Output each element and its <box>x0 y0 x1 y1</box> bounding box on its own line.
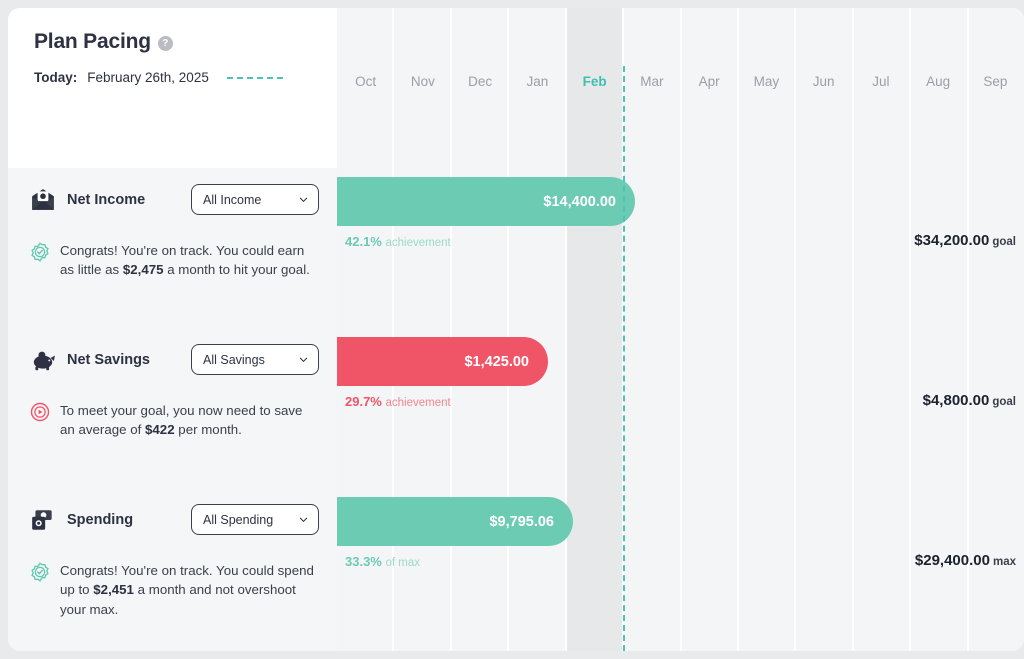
piggy-bank-icon <box>30 347 56 373</box>
chevron-down-icon <box>298 514 309 525</box>
achievement-percent: 29.7% <box>345 394 382 409</box>
goal-row: $4,800.00 goal <box>923 392 1016 409</box>
category-select-value: All Income <box>203 192 262 207</box>
row-note-text: Congrats! You're on track. You could spe… <box>60 561 315 619</box>
row-info-panel: Net Savings All Savings To meet your goal,… <box>8 328 337 488</box>
row-spending: Spending All Spending Congrats! You're on … <box>8 488 1024 651</box>
row-bar-area: $1,425.00 29.7% achievement $4,800.00 goal <box>337 328 1024 488</box>
progress-bar-wrapper: $14,400.00 <box>337 177 635 226</box>
page-title: Plan Pacing <box>34 30 151 53</box>
plan-pacing-card: Plan Pacing ? Today: February 26th, 2025… <box>8 8 1024 651</box>
progress-bar[interactable]: $14,400.00 <box>337 177 635 226</box>
category-select-value: All Savings <box>203 352 265 367</box>
row-bar-area: $9,795.06 33.3% of max $29,400.00 max <box>337 488 1024 651</box>
progress-bar-wrapper: $1,425.00 <box>337 337 548 386</box>
row-info-panel: Spending All Spending Congrats! You're on … <box>8 488 337 651</box>
progress-bar-value: $9,795.06 <box>489 513 554 530</box>
goal-label: goal <box>992 236 1016 248</box>
row-header: Spending All Spending <box>30 504 319 535</box>
goal-row: $29,400.00 max <box>915 552 1016 569</box>
row-note-text: To meet your goal, you now need to save … <box>60 401 315 440</box>
row-info-panel: Net Income All Income Congrats! You're on … <box>8 168 337 328</box>
today-legend-dash-icon <box>226 76 283 79</box>
page-background: Plan Pacing ? Today: February 26th, 2025… <box>0 0 1024 659</box>
row-header: Net Savings All Savings <box>30 344 319 375</box>
note-suffix: per month. <box>174 422 242 438</box>
row-title: Net Income <box>67 191 146 208</box>
achievement-row: 33.3% of max <box>345 554 420 569</box>
row-status-note: To meet your goal, you now need to save … <box>30 401 319 440</box>
row-net-savings: Net Savings All Savings To meet your goal,… <box>8 328 1024 488</box>
note-amount: $2,451 <box>93 582 134 598</box>
achievement-row: 29.7% achievement <box>345 394 451 409</box>
row-note-text: Congrats! You're on track. You could ear… <box>60 241 315 280</box>
progress-bar[interactable]: $1,425.00 <box>337 337 548 386</box>
goal-label: goal <box>992 396 1016 408</box>
today-row: Today: February 26th, 2025 <box>34 70 337 85</box>
note-suffix: a month to hit your goal. <box>163 262 310 278</box>
progress-bar[interactable]: $9,795.06 <box>337 497 573 546</box>
row-title: Net Savings <box>67 351 150 368</box>
row-bar-area: $14,400.00 42.1% achievement $34,200.00 goa… <box>337 168 1024 328</box>
title-row: Plan Pacing ? <box>34 30 337 54</box>
today-label: Today: <box>34 70 78 85</box>
achievement-percent: 33.3% <box>345 554 382 569</box>
row-status-note: Congrats! You're on track. You could spe… <box>30 561 319 619</box>
cash-bill-icon <box>30 507 56 533</box>
note-amount: $422 <box>145 422 175 438</box>
achievement-label: achievement <box>385 237 451 249</box>
progress-bar-value: $1,425.00 <box>464 353 529 370</box>
card-header: Plan Pacing ? Today: February 26th, 2025 <box>8 8 337 168</box>
alert-target-icon <box>30 402 50 422</box>
row-header: Net Income All Income <box>30 184 319 215</box>
row-net-income: Net Income All Income Congrats! You're on … <box>8 168 1024 328</box>
goal-amount: $29,400.00 <box>914 552 990 569</box>
progress-bar-value: $14,400.00 <box>543 193 616 210</box>
today-date: February 26th, 2025 <box>87 70 209 85</box>
goal-label: max <box>992 556 1016 568</box>
category-select[interactable]: All Savings <box>191 344 319 375</box>
chevron-down-icon <box>298 354 309 365</box>
check-badge-icon <box>30 242 50 262</box>
category-select[interactable]: All Income <box>191 184 319 215</box>
achievement-row: 42.1% achievement <box>345 234 451 249</box>
check-badge-icon <box>30 562 50 582</box>
goal-amount: $4,800.00 <box>922 392 990 409</box>
category-select[interactable]: All Spending <box>191 504 319 535</box>
income-envelope-icon <box>30 187 56 213</box>
note-amount: $2,475 <box>122 262 164 278</box>
goal-row: $34,200.00 goal <box>914 232 1016 249</box>
row-status-note: Congrats! You're on track. You could ear… <box>30 241 319 280</box>
category-select-value: All Spending <box>203 512 274 527</box>
progress-bar-wrapper: $9,795.06 <box>337 497 573 546</box>
achievement-percent: 42.1% <box>345 234 382 249</box>
goal-amount: $34,200.00 <box>914 232 990 249</box>
achievement-label: of max <box>385 557 421 569</box>
question-mark-icon[interactable]: ? <box>157 36 173 51</box>
row-title: Spending <box>67 511 134 528</box>
chevron-down-icon <box>298 194 309 205</box>
achievement-label: achievement <box>385 397 451 409</box>
